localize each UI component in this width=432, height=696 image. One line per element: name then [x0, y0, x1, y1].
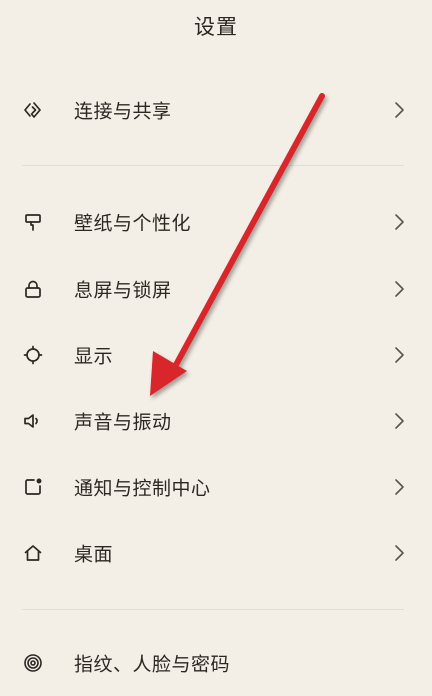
settings-item-sound[interactable]: 声音与振动	[0, 388, 432, 454]
settings-item-label: 指纹、人脸与密码	[74, 653, 231, 676]
settings-item-label: 息屏与锁屏	[74, 279, 172, 302]
chevron-right-icon	[392, 544, 406, 562]
settings-item-label: 显示	[74, 345, 114, 368]
speaker-icon	[22, 410, 44, 432]
page-title: 设置	[194, 15, 238, 39]
fingerprint-icon	[22, 652, 44, 674]
section-divider	[22, 165, 404, 166]
settings-item-notifications[interactable]: 通知与控制中心	[0, 454, 432, 520]
chevron-right-icon	[392, 412, 406, 430]
settings-item-connect-share[interactable]: 连接与共享	[0, 77, 432, 143]
chevron-right-icon	[392, 346, 406, 364]
header: 设置	[0, 0, 432, 52]
chevron-right-icon	[392, 280, 406, 298]
settings-item-wallpaper[interactable]: 壁纸与个性化	[0, 189, 432, 255]
notification-icon	[22, 476, 44, 498]
settings-item-label: 桌面	[74, 543, 114, 566]
settings-item-label: 壁纸与个性化	[74, 212, 192, 235]
settings-item-label: 声音与振动	[74, 411, 172, 434]
settings-item-display[interactable]: 显示	[0, 322, 432, 388]
settings-item-biometrics[interactable]: 指纹、人脸与密码	[0, 630, 432, 696]
lock-icon	[22, 278, 44, 300]
home-icon	[22, 542, 44, 564]
settings-item-desktop[interactable]: 桌面	[0, 520, 432, 586]
section-divider	[22, 609, 404, 610]
brightness-icon	[22, 344, 44, 366]
chevron-right-icon	[392, 213, 406, 231]
share-link-icon	[22, 99, 44, 121]
chevron-right-icon	[392, 478, 406, 496]
paint-roller-icon	[22, 211, 44, 233]
settings-item-lockscreen[interactable]: 息屏与锁屏	[0, 256, 432, 322]
settings-item-label: 连接与共享	[74, 100, 172, 123]
chevron-right-icon	[392, 101, 406, 119]
settings-item-label: 通知与控制中心	[74, 477, 211, 500]
